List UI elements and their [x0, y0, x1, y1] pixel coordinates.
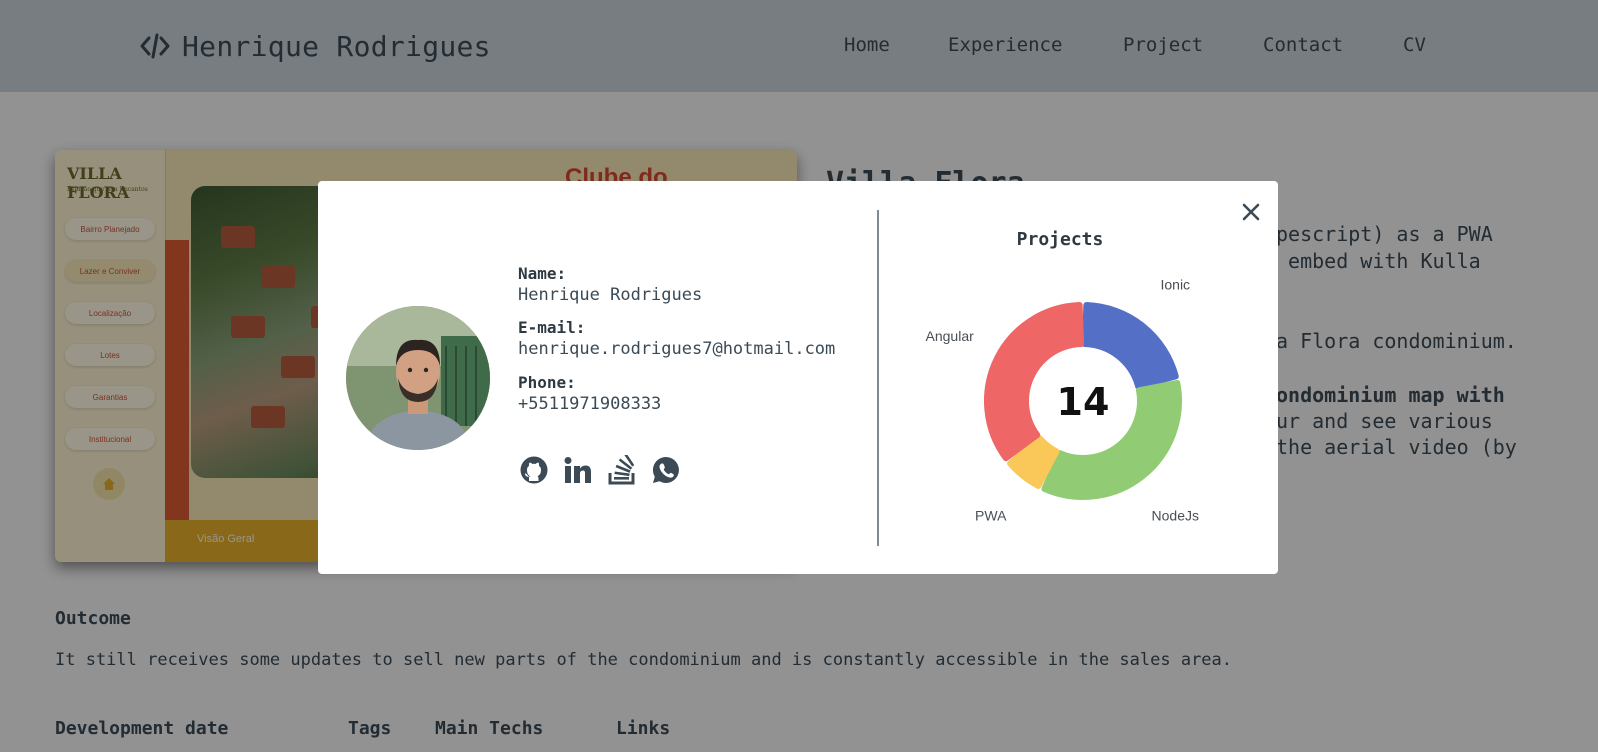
stackoverflow-icon — [608, 455, 635, 485]
github-link[interactable] — [518, 454, 550, 486]
whatsapp-link[interactable] — [650, 454, 682, 486]
chart-title: Projects — [1016, 229, 1104, 250]
linkedin-icon — [564, 457, 591, 483]
slice-label-angular: Angular — [926, 328, 975, 344]
email-value[interactable]: henrique.rodrigues7@hotmail.com — [518, 339, 835, 359]
avatar — [346, 306, 490, 450]
modal-divider — [877, 210, 879, 546]
projects-donut-chart: Ionic NodeJs PWA Angular 14 — [926, 276, 1199, 524]
whatsapp-icon — [652, 456, 679, 483]
contact-modal: Name: Henrique Rodrigues E-mail: henriqu… — [318, 181, 1278, 574]
chart-center-value: 14 — [1057, 380, 1110, 424]
stackoverflow-link[interactable] — [606, 454, 638, 486]
slice-label-pwa: PWA — [975, 508, 1007, 524]
slice-ionic[interactable] — [1081, 302, 1179, 390]
phone-label: Phone: — [518, 373, 576, 392]
close-button[interactable] — [1236, 197, 1266, 227]
name-label: Name: — [518, 264, 567, 283]
phone-value[interactable]: +5511971908333 — [518, 394, 661, 414]
slice-label-nodejs: NodeJs — [1152, 508, 1199, 524]
name-value: Henrique Rodrigues — [518, 285, 703, 305]
slice-label-ionic: Ionic — [1160, 276, 1190, 292]
email-label: E-mail: — [518, 318, 586, 337]
linkedin-link[interactable] — [562, 454, 594, 486]
close-icon — [1242, 203, 1260, 221]
github-icon — [520, 456, 548, 484]
